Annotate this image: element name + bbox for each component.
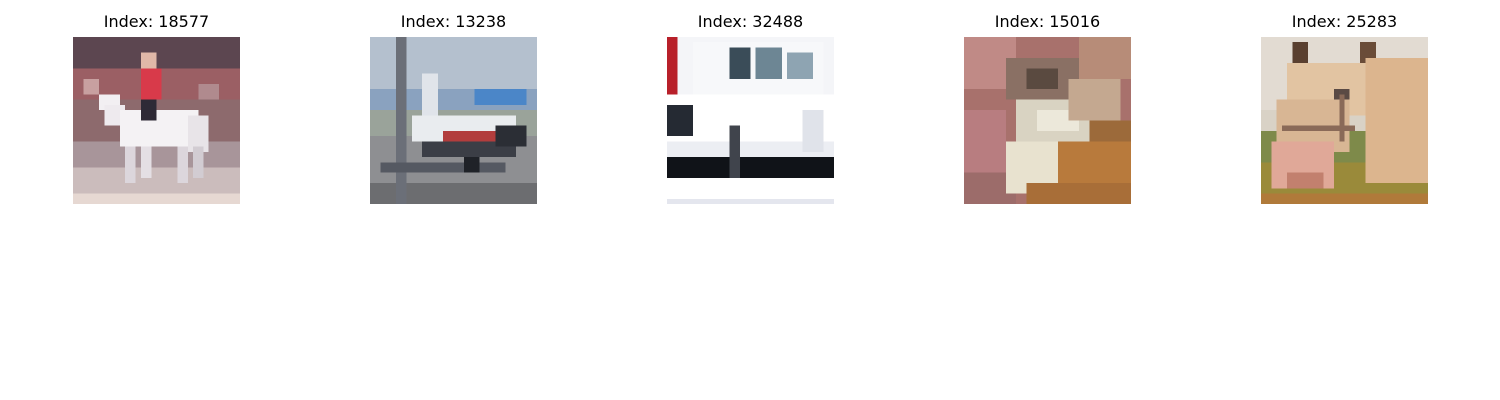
rider-on-white-horse-image xyxy=(73,37,240,204)
image-panel-3: Index: 32488 xyxy=(667,0,834,205)
cat-closeup-image xyxy=(964,37,1131,204)
panel-title: Index: 15016 xyxy=(994,12,1101,31)
image-panel-4: Index: 15016 xyxy=(964,0,1131,205)
panel-title: Index: 18577 xyxy=(103,12,210,31)
image-grid-figure: Index: 18577 Index: 13238 Index: 32488 I… xyxy=(0,0,1500,400)
panel-title: Index: 13238 xyxy=(400,12,507,31)
panel-title: Index: 32488 xyxy=(697,12,804,31)
image-panel-1: Index: 18577 xyxy=(73,0,240,205)
airplane-on-runway-image xyxy=(370,37,537,204)
horse-head-image xyxy=(1261,37,1428,204)
image-panel-2: Index: 13238 xyxy=(370,0,537,205)
panel-title: Index: 25283 xyxy=(1291,12,1398,31)
white-truck-image xyxy=(667,37,834,204)
image-panel-5: Index: 25283 xyxy=(1261,0,1428,205)
